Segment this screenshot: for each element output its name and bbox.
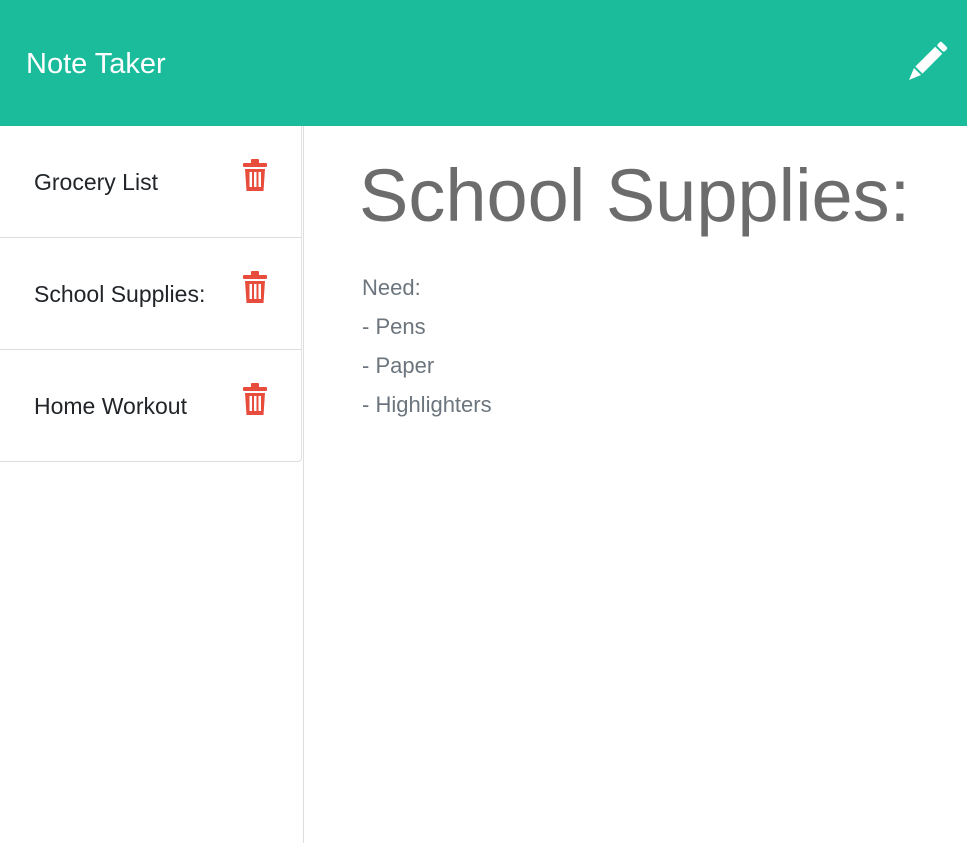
note-body-line: - Pens <box>362 314 426 339</box>
trash-icon <box>243 159 267 191</box>
note-item-grocery-list[interactable]: Grocery List <box>0 126 301 238</box>
note-body-line: Need: <box>362 275 421 300</box>
delete-note-button[interactable] <box>240 382 270 416</box>
navbar: Note Taker <box>0 0 967 126</box>
new-note-button[interactable] <box>900 38 952 88</box>
note-title-field[interactable]: School Supplies: <box>359 146 910 246</box>
note-item-school-supplies[interactable]: School Supplies: <box>0 238 301 350</box>
trash-icon <box>243 271 267 303</box>
note-body-line: - Highlighters <box>362 392 492 417</box>
note-list: Grocery List School Supplies: Home Worko… <box>0 126 302 462</box>
pencil-icon <box>909 41 948 80</box>
trash-icon <box>243 383 267 415</box>
note-body-field[interactable]: Need: - Pens - Paper - Highlighters <box>362 268 952 424</box>
app-title[interactable]: Note Taker <box>26 44 166 84</box>
note-item-title[interactable]: Home Workout <box>34 390 187 422</box>
note-item-title[interactable]: School Supplies: <box>34 278 205 310</box>
note-item-home-workout[interactable]: Home Workout <box>0 350 301 461</box>
notes-sidebar: Grocery List School Supplies: Home Worko… <box>0 126 304 843</box>
delete-note-button[interactable] <box>240 270 270 304</box>
delete-note-button[interactable] <box>240 158 270 192</box>
note-editor: School Supplies: Need: - Pens - Paper - … <box>305 126 967 843</box>
note-item-title[interactable]: Grocery List <box>34 166 158 198</box>
note-body-line: - Paper <box>362 353 435 378</box>
